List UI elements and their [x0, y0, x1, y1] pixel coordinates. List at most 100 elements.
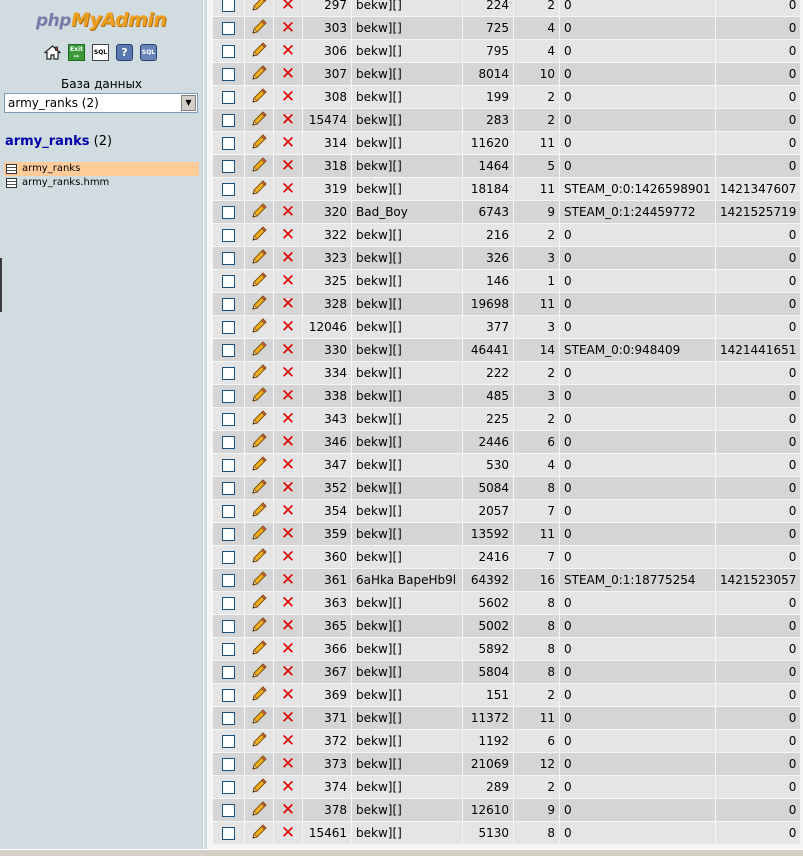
delete-x-icon[interactable]: ✕: [281, 524, 295, 544]
row-checkbox[interactable]: [222, 436, 235, 449]
row-checkbox[interactable]: [222, 344, 235, 357]
table-item-label[interactable]: army_ranks: [22, 163, 80, 174]
edit-pencil-icon[interactable]: [250, 64, 268, 85]
row-checkbox[interactable]: [222, 597, 235, 610]
edit-pencil-icon[interactable]: [250, 179, 268, 200]
edit-pencil-icon[interactable]: [250, 524, 268, 545]
edit-pencil-icon[interactable]: [250, 478, 268, 499]
row-checkbox[interactable]: [222, 413, 235, 426]
sql-docs-icon[interactable]: SQL: [140, 44, 157, 61]
delete-x-icon[interactable]: ✕: [281, 616, 295, 636]
delete-x-icon[interactable]: ✕: [281, 777, 295, 797]
edit-pencil-icon[interactable]: [250, 409, 268, 430]
edit-pencil-icon[interactable]: [250, 754, 268, 775]
row-checkbox[interactable]: [222, 160, 235, 173]
edit-pencil-icon[interactable]: [250, 271, 268, 292]
row-checkbox[interactable]: [222, 91, 235, 104]
delete-x-icon[interactable]: ✕: [281, 800, 295, 820]
delete-x-icon[interactable]: ✕: [281, 409, 295, 429]
edit-pencil-icon[interactable]: [250, 386, 268, 407]
delete-x-icon[interactable]: ✕: [281, 662, 295, 682]
delete-x-icon[interactable]: ✕: [281, 87, 295, 107]
edit-pencil-icon[interactable]: [250, 0, 268, 16]
edit-pencil-icon[interactable]: [250, 110, 268, 131]
edit-pencil-icon[interactable]: [250, 133, 268, 154]
phpmyadmin-logo[interactable]: phpMyAdmin: [36, 9, 167, 33]
edit-pencil-icon[interactable]: [250, 41, 268, 62]
help-icon[interactable]: ?: [116, 44, 133, 61]
delete-x-icon[interactable]: ✕: [281, 225, 295, 245]
exit-icon[interactable]: Exit ↦: [68, 44, 85, 61]
delete-x-icon[interactable]: ✕: [281, 593, 295, 613]
table-item-army-ranks-hmm[interactable]: army_ranks.hmm: [4, 176, 199, 190]
delete-x-icon[interactable]: ✕: [281, 64, 295, 84]
delete-x-icon[interactable]: ✕: [281, 685, 295, 705]
delete-x-icon[interactable]: ✕: [281, 823, 295, 843]
delete-x-icon[interactable]: ✕: [281, 0, 295, 15]
edit-pencil-icon[interactable]: [250, 340, 268, 361]
row-checkbox[interactable]: [222, 781, 235, 794]
edit-pencil-icon[interactable]: [250, 248, 268, 269]
delete-x-icon[interactable]: ✕: [281, 202, 295, 222]
row-checkbox[interactable]: [222, 68, 235, 81]
sql-query-icon[interactable]: SQL: [92, 44, 109, 61]
edit-pencil-icon[interactable]: [250, 593, 268, 614]
row-checkbox[interactable]: [222, 643, 235, 656]
edit-pencil-icon[interactable]: [250, 455, 268, 476]
table-item-army-ranks[interactable]: army_ranks: [4, 162, 199, 176]
delete-x-icon[interactable]: ✕: [281, 41, 295, 61]
row-checkbox[interactable]: [222, 0, 235, 12]
database-heading-name[interactable]: army_ranks: [5, 134, 90, 149]
edit-pencil-icon[interactable]: [250, 202, 268, 223]
edit-pencil-icon[interactable]: [250, 731, 268, 752]
row-checkbox[interactable]: [222, 735, 235, 748]
row-checkbox[interactable]: [222, 137, 235, 150]
row-checkbox[interactable]: [222, 758, 235, 771]
edit-pencil-icon[interactable]: [250, 800, 268, 821]
delete-x-icon[interactable]: ✕: [281, 547, 295, 567]
edit-pencil-icon[interactable]: [250, 18, 268, 39]
delete-x-icon[interactable]: ✕: [281, 570, 295, 590]
delete-x-icon[interactable]: ✕: [281, 501, 295, 521]
delete-x-icon[interactable]: ✕: [281, 340, 295, 360]
row-checkbox[interactable]: [222, 390, 235, 403]
row-checkbox[interactable]: [222, 712, 235, 725]
delete-x-icon[interactable]: ✕: [281, 271, 295, 291]
delete-x-icon[interactable]: ✕: [281, 110, 295, 130]
database-heading[interactable]: army_ranks (2): [5, 134, 112, 149]
home-icon[interactable]: [43, 44, 62, 61]
database-select[interactable]: army_ranks (2) ▼: [4, 93, 198, 113]
delete-x-icon[interactable]: ✕: [281, 754, 295, 774]
row-checkbox[interactable]: [222, 689, 235, 702]
row-checkbox[interactable]: [222, 551, 235, 564]
delete-x-icon[interactable]: ✕: [281, 363, 295, 383]
row-checkbox[interactable]: [222, 183, 235, 196]
delete-x-icon[interactable]: ✕: [281, 179, 295, 199]
edit-pencil-icon[interactable]: [250, 685, 268, 706]
delete-x-icon[interactable]: ✕: [281, 455, 295, 475]
edit-pencil-icon[interactable]: [250, 432, 268, 453]
edit-pencil-icon[interactable]: [250, 294, 268, 315]
row-checkbox[interactable]: [222, 459, 235, 472]
delete-x-icon[interactable]: ✕: [281, 18, 295, 38]
row-checkbox[interactable]: [222, 620, 235, 633]
row-checkbox[interactable]: [222, 206, 235, 219]
edit-pencil-icon[interactable]: [250, 225, 268, 246]
edit-pencil-icon[interactable]: [250, 708, 268, 729]
delete-x-icon[interactable]: ✕: [281, 432, 295, 452]
delete-x-icon[interactable]: ✕: [281, 248, 295, 268]
row-checkbox[interactable]: [222, 804, 235, 817]
edit-pencil-icon[interactable]: [250, 87, 268, 108]
delete-x-icon[interactable]: ✕: [281, 156, 295, 176]
edit-pencil-icon[interactable]: [250, 777, 268, 798]
edit-pencil-icon[interactable]: [250, 570, 268, 591]
row-checkbox[interactable]: [222, 505, 235, 518]
edit-pencil-icon[interactable]: [250, 616, 268, 637]
edit-pencil-icon[interactable]: [250, 317, 268, 338]
delete-x-icon[interactable]: ✕: [281, 478, 295, 498]
row-checkbox[interactable]: [222, 666, 235, 679]
chevron-down-icon[interactable]: ▼: [181, 95, 196, 111]
delete-x-icon[interactable]: ✕: [281, 133, 295, 153]
delete-x-icon[interactable]: ✕: [281, 639, 295, 659]
edit-pencil-icon[interactable]: [250, 823, 268, 844]
